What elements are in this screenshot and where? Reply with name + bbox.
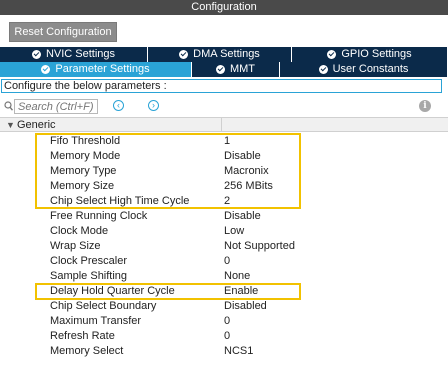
property-value[interactable]: 0 bbox=[224, 329, 230, 344]
property-name: Memory Select bbox=[50, 345, 124, 357]
tab-row-1: NVIC Settings DMA Settings GPIO Settings bbox=[0, 47, 448, 62]
property-name: Memory Size bbox=[50, 180, 115, 192]
property-row[interactable]: Memory Mode Disable bbox=[0, 149, 448, 164]
search-input[interactable] bbox=[14, 99, 98, 114]
property-name: Clock Mode bbox=[50, 225, 109, 237]
property-value[interactable]: Disable bbox=[224, 149, 261, 164]
property-name: Fifo Threshold bbox=[50, 135, 121, 147]
info-icon[interactable]: i bbox=[419, 100, 431, 112]
property-row[interactable]: Sample Shifting None bbox=[0, 269, 448, 284]
property-row[interactable]: Free Running Clock Disable bbox=[0, 209, 448, 224]
property-row[interactable]: Refresh Rate 0 bbox=[0, 329, 448, 344]
column-divider bbox=[221, 118, 222, 132]
check-circle-icon bbox=[41, 65, 51, 74]
configure-label: Configure the below parameters : bbox=[1, 79, 442, 93]
property-value[interactable]: 1 bbox=[224, 134, 230, 149]
group-row-generic[interactable]: ▼ Generic bbox=[0, 117, 448, 132]
property-row[interactable]: Maximum Transfer 0 bbox=[0, 314, 448, 329]
group-label: Generic bbox=[17, 119, 56, 131]
property-name: Wrap Size bbox=[50, 240, 101, 252]
check-circle-icon bbox=[31, 50, 41, 59]
search-icon bbox=[4, 101, 13, 111]
window-title: Configuration bbox=[0, 0, 448, 15]
property-value[interactable]: 256 MBits bbox=[224, 179, 273, 194]
property-row[interactable]: Chip Select High Time Cycle 2 bbox=[0, 194, 448, 209]
tab-label: NVIC Settings bbox=[45, 48, 116, 60]
tab-dma-settings[interactable]: DMA Settings bbox=[148, 47, 292, 62]
tab-parameter-settings[interactable]: Parameter Settings bbox=[0, 62, 192, 77]
property-value[interactable]: Not Supported bbox=[224, 239, 295, 254]
property-row[interactable]: Chip Select Boundary Disabled bbox=[0, 299, 448, 314]
reset-configuration-button[interactable]: Reset Configuration bbox=[9, 22, 117, 42]
tab-row-2: Parameter Settings MMT User Constants bbox=[0, 62, 448, 77]
property-name: Chip Select High Time Cycle bbox=[50, 195, 190, 207]
check-circle-icon bbox=[327, 50, 337, 59]
check-circle-icon bbox=[179, 50, 189, 59]
property-name: Sample Shifting bbox=[50, 270, 128, 282]
tab-nvic-settings[interactable]: NVIC Settings bbox=[0, 47, 148, 62]
property-row[interactable]: Clock Mode Low bbox=[0, 224, 448, 239]
parameter-grid: ▼ Generic Fifo Threshold 1 Memory Mode D… bbox=[0, 117, 448, 375]
property-value[interactable]: None bbox=[224, 269, 250, 284]
check-circle-icon bbox=[215, 65, 225, 74]
property-value[interactable]: 2 bbox=[224, 194, 230, 209]
previous-match-icon[interactable]: ‹ bbox=[113, 100, 124, 111]
property-name: Chip Select Boundary bbox=[50, 300, 157, 312]
property-row[interactable]: Clock Prescaler 0 bbox=[0, 254, 448, 269]
tab-label: DMA Settings bbox=[193, 48, 260, 60]
property-row[interactable]: Memory Select NCS1 bbox=[0, 344, 448, 359]
property-name: Memory Type bbox=[50, 165, 117, 177]
property-row[interactable]: Memory Size 256 MBits bbox=[0, 179, 448, 194]
property-value[interactable]: Low bbox=[224, 224, 244, 239]
tab-label: Parameter Settings bbox=[55, 63, 150, 75]
next-match-icon[interactable]: › bbox=[148, 100, 159, 111]
property-name: Clock Prescaler bbox=[50, 255, 128, 267]
property-value[interactable]: 0 bbox=[224, 254, 230, 269]
tab-mmt[interactable]: MMT bbox=[192, 62, 280, 77]
property-name: Memory Mode bbox=[50, 150, 121, 162]
property-row[interactable]: Delay Hold Quarter Cycle Enable bbox=[0, 284, 448, 299]
property-value[interactable]: Enable bbox=[224, 284, 258, 299]
property-value[interactable]: Disabled bbox=[224, 299, 267, 314]
collapse-caret-icon[interactable]: ▼ bbox=[6, 120, 15, 130]
tab-label: User Constants bbox=[332, 63, 409, 75]
property-row[interactable]: Memory Type Macronix bbox=[0, 164, 448, 179]
property-row[interactable]: Fifo Threshold 1 bbox=[0, 134, 448, 149]
property-value[interactable]: Macronix bbox=[224, 164, 269, 179]
property-name: Free Running Clock bbox=[50, 210, 148, 222]
property-value[interactable]: 0 bbox=[224, 314, 230, 329]
tab-label: MMT bbox=[229, 63, 256, 75]
property-row[interactable]: Wrap Size Not Supported bbox=[0, 239, 448, 254]
property-name: Refresh Rate bbox=[50, 330, 115, 342]
tab-gpio-settings[interactable]: GPIO Settings bbox=[292, 47, 448, 62]
property-name: Maximum Transfer bbox=[50, 315, 142, 327]
tab-label: GPIO Settings bbox=[341, 48, 412, 60]
property-value[interactable]: NCS1 bbox=[224, 344, 253, 359]
check-circle-icon bbox=[318, 65, 328, 74]
property-name: Delay Hold Quarter Cycle bbox=[50, 285, 175, 297]
property-value[interactable]: Disable bbox=[224, 209, 261, 224]
tab-user-constants[interactable]: User Constants bbox=[280, 62, 448, 77]
